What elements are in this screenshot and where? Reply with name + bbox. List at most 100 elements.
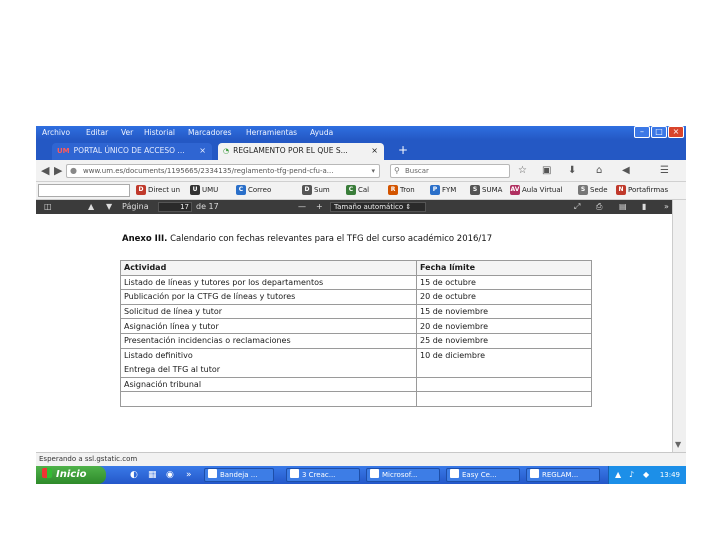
shield-icon[interactable]: ◆ bbox=[643, 466, 649, 484]
task-app-icon bbox=[450, 469, 459, 478]
tab-label: REGLAMENTO POR EL QUE S... bbox=[233, 146, 348, 155]
task-easy-ce[interactable]: Easy Ce... bbox=[446, 468, 520, 482]
desktop-quicklaunch-icon[interactable]: ▦ bbox=[148, 469, 157, 481]
table-header-row: Actividad Fecha límite bbox=[120, 260, 592, 276]
network-icon[interactable]: ▲ bbox=[615, 466, 621, 484]
menu-herramientas[interactable]: Herramientas bbox=[246, 128, 297, 137]
bookmark-umu[interactable]: U UMU bbox=[190, 185, 218, 195]
menu-marcadores[interactable]: Marcadores bbox=[188, 128, 232, 137]
menu-ver[interactable]: Ver bbox=[121, 128, 133, 137]
tab-reglamento[interactable]: ◔ REGLAMENTO POR EL QUE S... × bbox=[218, 143, 384, 160]
menu-archivo[interactable]: Archivo bbox=[42, 128, 70, 137]
bookmark-search-field[interactable] bbox=[38, 184, 130, 197]
bookmark-suma[interactable]: S SUMA bbox=[470, 185, 502, 195]
date-cell: 20 de octubre bbox=[416, 289, 592, 305]
globe-icon: ● bbox=[70, 166, 77, 175]
windows-flag-icon bbox=[42, 468, 52, 478]
task-app-icon bbox=[290, 469, 299, 478]
menu-editar[interactable]: Editar bbox=[86, 128, 108, 137]
start-button[interactable]: Inicio bbox=[36, 466, 106, 484]
bookmark-fym[interactable]: P FYM bbox=[430, 185, 456, 195]
send-icon[interactable]: ◀ bbox=[622, 164, 630, 178]
clipboard-icon[interactable]: ▣ bbox=[542, 164, 551, 178]
forward-icon[interactable]: ▶ bbox=[54, 164, 62, 178]
activity-cell: Asignación línea y tutor bbox=[120, 318, 417, 334]
pdf-toolbar: ◫ ▲ ▼ Página 17 de 17 — + Tamaño automát… bbox=[36, 200, 686, 214]
scroll-down-icon[interactable]: ▼ bbox=[675, 440, 681, 449]
media-quicklaunch-icon[interactable]: ◉ bbox=[166, 469, 174, 481]
bookmark-view-icon[interactable]: ▮ bbox=[642, 201, 646, 213]
task-app-icon bbox=[208, 469, 217, 478]
menu-ayuda[interactable]: Ayuda bbox=[310, 128, 333, 137]
bookmark-icon: N bbox=[616, 185, 626, 195]
bookmark-aula-virtual[interactable]: AV Aula Virtual bbox=[510, 185, 563, 195]
tab-close-icon[interactable]: × bbox=[199, 143, 206, 159]
tools-chevron-icon[interactable]: » bbox=[664, 201, 669, 213]
bookmark-icon: S bbox=[470, 185, 480, 195]
system-tray: ▲ ♪ ◆ 13:49 bbox=[608, 466, 686, 484]
bookmarks-bar: D Direct un U UMU C Correo D Sum C Cal R Tron … bbox=[36, 182, 686, 200]
minimize-icon[interactable]: – bbox=[634, 126, 650, 138]
menu-historial[interactable]: Historial bbox=[144, 128, 175, 137]
print-icon[interactable]: ⎙ bbox=[596, 201, 602, 213]
url-dropdown-icon[interactable]: ▾ bbox=[371, 165, 375, 177]
url-text: www.um.es/documents/1195665/2334135/regl… bbox=[83, 167, 334, 175]
back-icon[interactable]: ◀ bbox=[41, 164, 49, 178]
download-icon[interactable]: ⬇ bbox=[568, 164, 576, 178]
pdf-page: Anexo III. Calendario con fechas relevan… bbox=[36, 214, 672, 452]
table-row: Entrega del TFG al tutor bbox=[120, 362, 592, 378]
next-page-icon[interactable]: ▼ bbox=[106, 201, 112, 213]
zoom-select[interactable]: Tamaño automático ⇕ bbox=[330, 202, 426, 212]
task-reglam[interactable]: REGLAM... bbox=[526, 468, 600, 482]
zoom-out-icon[interactable]: — bbox=[298, 201, 306, 213]
bookmark-portafirmas[interactable]: N Portafirmas bbox=[616, 185, 668, 195]
task-label: Bandeja ... bbox=[220, 471, 258, 479]
close-icon[interactable]: × bbox=[668, 126, 684, 138]
home-icon[interactable]: ⌂ bbox=[596, 164, 602, 178]
navigation-bar: ◀ ▶ ● www.um.es/documents/1195665/233413… bbox=[36, 160, 686, 182]
zoom-in-icon[interactable]: + bbox=[316, 201, 323, 213]
activity-cell: Listado de líneas y tutores por los depa… bbox=[120, 274, 417, 291]
hamburger-menu-icon[interactable]: ☰ bbox=[660, 164, 669, 178]
volume-icon[interactable]: ♪ bbox=[629, 466, 634, 484]
table-row: Publicación por la CTFG de líneas y tuto… bbox=[120, 289, 592, 305]
tab-close-icon[interactable]: × bbox=[371, 143, 378, 159]
task-microsoft[interactable]: Microsof... bbox=[366, 468, 440, 482]
bookmark-label: Sum bbox=[314, 186, 330, 194]
bookmark-label: Sede bbox=[590, 186, 608, 194]
window-controls: – □ × bbox=[633, 126, 684, 140]
more-quicklaunch-icon[interactable]: » bbox=[186, 469, 192, 481]
search-icon: ⚲ bbox=[394, 166, 400, 175]
bookmark-tron[interactable]: R Tron bbox=[388, 185, 415, 195]
task-bandeja[interactable]: Bandeja ... bbox=[204, 468, 274, 482]
star-icon[interactable]: ☆ bbox=[518, 164, 527, 178]
tab-portal-unico[interactable]: UM PORTAL ÚNICO DE ACCESO ... × bbox=[52, 143, 212, 160]
document-title-text: Calendario con fechas relevantes para el… bbox=[167, 234, 493, 244]
bookmark-sede[interactable]: S Sede bbox=[578, 185, 608, 195]
bookmark-label: FYM bbox=[442, 186, 457, 194]
task-creac[interactable]: 3 Creac... bbox=[286, 468, 360, 482]
ie-quicklaunch-icon[interactable]: ◐ bbox=[130, 469, 138, 481]
sidebar-toggle-icon[interactable]: ◫ bbox=[44, 201, 52, 213]
bookmark-sum[interactable]: D Sum bbox=[302, 185, 330, 195]
bookmark-cal[interactable]: C Cal bbox=[346, 185, 369, 195]
bookmark-correo[interactable]: C Correo bbox=[236, 185, 271, 195]
maximize-icon[interactable]: □ bbox=[651, 126, 667, 138]
bookmark-direct-un[interactable]: D Direct un bbox=[136, 185, 180, 195]
bookmark-label: UMU bbox=[202, 186, 219, 194]
page-number-input[interactable]: 17 bbox=[158, 202, 192, 212]
save-icon[interactable]: ▤ bbox=[619, 201, 627, 213]
previous-page-icon[interactable]: ▲ bbox=[88, 201, 94, 213]
header-actividad: Actividad bbox=[120, 260, 417, 276]
new-tab-button[interactable]: + bbox=[398, 144, 408, 156]
fullscreen-icon[interactable]: ⤢ bbox=[574, 201, 580, 213]
bookmark-icon: U bbox=[190, 185, 200, 195]
bookmark-icon: S bbox=[578, 185, 588, 195]
table-row: Asignación tribunal bbox=[120, 376, 592, 393]
vertical-scrollbar[interactable]: ▼ bbox=[672, 200, 686, 452]
url-bar[interactable]: ● www.um.es/documents/1195665/2334135/re… bbox=[66, 164, 380, 178]
page-total: de 17 bbox=[196, 202, 219, 211]
task-label: Easy Ce... bbox=[462, 471, 497, 479]
search-input[interactable]: ⚲ Buscar bbox=[390, 164, 510, 178]
taskbar: Inicio ◐ ▦ ◉ » Bandeja ... 3 Creac... Mi… bbox=[36, 466, 686, 484]
